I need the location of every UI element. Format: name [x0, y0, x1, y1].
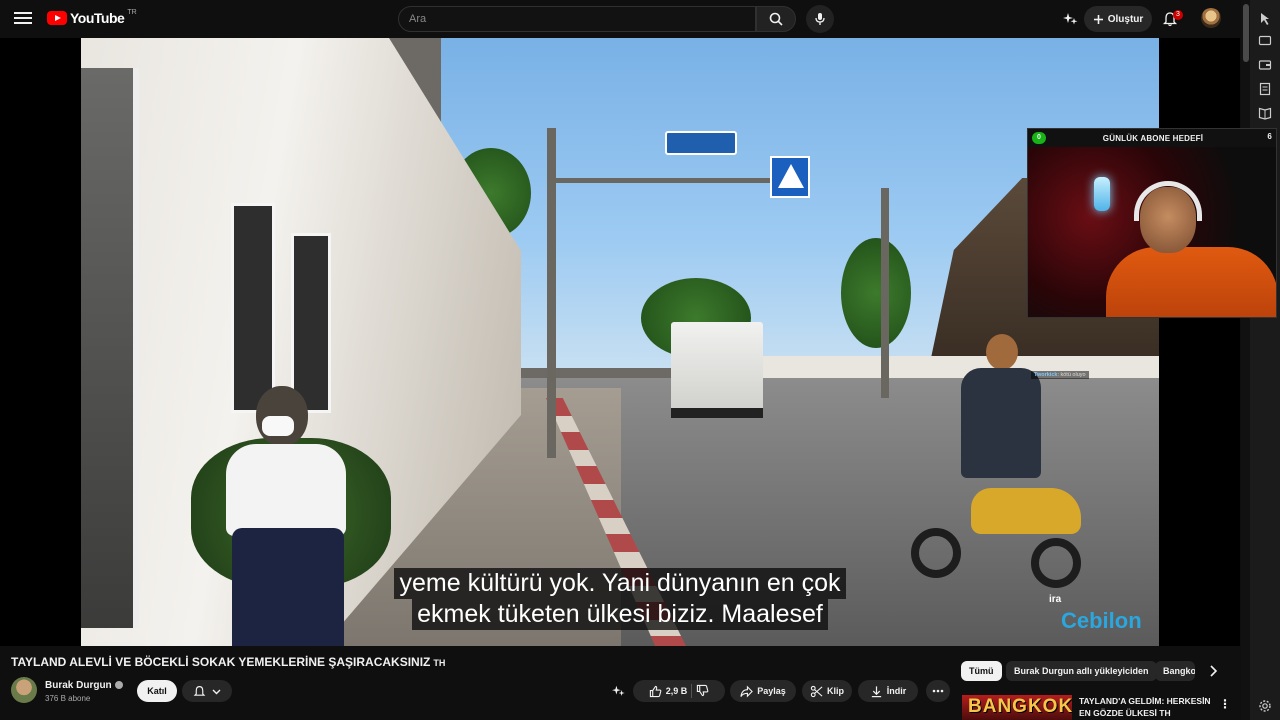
scene-window [291, 233, 331, 413]
logo-text: YouTube [70, 10, 125, 26]
share-button[interactable]: Paylaş [730, 680, 796, 702]
stream-overlay: 0 GÜNLÜK ABONE HEDEFİ 6 [1027, 128, 1277, 318]
side-rail [1250, 0, 1280, 720]
download-button[interactable]: İndir [858, 680, 918, 702]
sponsor-text: Cebilon [1061, 608, 1142, 633]
notification-badge: 3 [1173, 10, 1183, 20]
create-button[interactable]: Oluştur [1084, 6, 1152, 32]
more-actions-button[interactable] [926, 680, 950, 702]
download-icon [871, 685, 881, 697]
sponsor-watermark: ira Cebilon [1049, 594, 1142, 634]
chat-text: : kötü oluyo [1057, 372, 1086, 378]
bell-icon [193, 685, 206, 696]
dislike-icon [697, 684, 709, 696]
caption-line-1: yeme kültürü yok. Yani dünyanın en çok [394, 568, 846, 599]
chip-bangkok[interactable]: Bangko [1155, 661, 1195, 681]
channel-name: Burak Durgun [45, 680, 112, 691]
scene-rider-head [986, 334, 1018, 370]
chevron-down-icon [212, 689, 221, 694]
video-title: TAYLAND ALEVLİ VE BÖCEKLİ SOKAK YEMEKLER… [11, 655, 445, 669]
scene-pole [547, 128, 556, 458]
account-avatar[interactable] [1201, 8, 1221, 28]
top-bar: YouTube TR Oluştur 3 [0, 0, 1240, 38]
recommendation-title-line-2: EN GÖZDE ÜLKESİ TH [1079, 708, 1171, 718]
search-icon [769, 12, 783, 26]
create-label: Oluştur [1107, 13, 1144, 25]
menu-icon[interactable] [14, 9, 34, 29]
streamer [1106, 181, 1276, 317]
video-title-text: TAYLAND ALEVLİ VE BÖCEKLİ SOKAK YEMEKLER… [11, 655, 431, 669]
scene-window [231, 203, 275, 413]
subscriber-count: 376 B abone [45, 694, 91, 703]
like-count: 2,9 B [665, 686, 688, 696]
chevron-right-icon[interactable] [1206, 664, 1220, 678]
recommendation-thumbnail[interactable]: BANGKOK [962, 695, 1072, 720]
youtube-logo[interactable]: YouTube TR [47, 8, 137, 26]
chip-all[interactable]: Tümü [961, 661, 1002, 681]
join-button[interactable]: Katıl [137, 680, 177, 702]
chat-user: Tworkick [1034, 372, 1058, 378]
like-button[interactable]: 2,9 B [649, 685, 688, 698]
scene-street-sign [665, 131, 737, 155]
recommendation-title[interactable]: TAYLAND'A GELDİM: HERKESİN EN GÖZDE ÜLKE… [1079, 695, 1219, 719]
caption-line-2: ekmek tüketen ülkesi biziz. Maalesef [412, 599, 828, 630]
pointer-icon[interactable] [1258, 12, 1272, 26]
scene-pole [881, 188, 889, 398]
scissors-icon [810, 685, 823, 697]
webcam-feed [1028, 147, 1276, 317]
chat-notification: Tworkick: kötü oluyo [1031, 371, 1089, 379]
scene-rider [961, 368, 1041, 478]
like-dislike-group: 2,9 B [633, 680, 725, 702]
wallet-icon[interactable] [1258, 58, 1272, 72]
search-button[interactable] [756, 6, 796, 32]
scrollbar-thumb[interactable] [1243, 4, 1249, 62]
youtube-play-icon [47, 11, 67, 25]
goal-target: 6 [1267, 132, 1272, 141]
page-scrollbar[interactable] [1241, 0, 1250, 720]
scene-tree [841, 238, 911, 348]
scene-crossing-sign [770, 156, 810, 198]
channel-avatar[interactable] [11, 677, 37, 703]
more-icon [932, 689, 944, 693]
cast-icon[interactable] [1258, 34, 1272, 48]
stars-icon[interactable] [608, 680, 630, 702]
download-label: İndir [886, 686, 907, 696]
scene-pole-arm [556, 178, 776, 183]
thumbnail-text: BANGKOK [968, 696, 1072, 717]
subscribed-button[interactable] [182, 680, 232, 702]
verified-icon [114, 681, 123, 689]
goal-current: 0 [1032, 132, 1046, 144]
logo-country: TR [127, 8, 137, 16]
like-icon [649, 685, 662, 697]
recommendation-more-icon[interactable]: ⋮ [1219, 697, 1231, 711]
share-icon [740, 685, 754, 697]
voice-search-button[interactable] [806, 5, 834, 33]
channel-name-link[interactable]: Burak Durgun [45, 680, 123, 691]
subscriber-goal-bar: 0 GÜNLÜK ABONE HEDEFİ 6 [1028, 129, 1276, 147]
scene-truck [671, 322, 763, 418]
book-icon[interactable] [1258, 106, 1272, 120]
clip-button[interactable]: Klip [802, 680, 852, 702]
search-input[interactable] [409, 13, 755, 25]
captions: yeme kültürü yok. Yani dünyanın en çok e… [81, 568, 1159, 630]
clip-label: Klip [827, 686, 844, 696]
search-box [398, 6, 756, 32]
video-title-suffix: TH [433, 658, 446, 668]
dislike-button[interactable] [696, 684, 709, 699]
plus-icon [1093, 14, 1103, 24]
chip-from-uploader[interactable]: Burak Durgun adlı yükleyiciden [1006, 661, 1157, 681]
document-icon[interactable] [1258, 82, 1272, 96]
mic-icon [815, 13, 825, 25]
sponsor-small-text: ira [1049, 594, 1062, 605]
video-frame[interactable]: yeme kültürü yok. Yani dünyanın en çok e… [81, 38, 1159, 646]
goal-title: GÜNLÜK ABONE HEDEFİ [1102, 133, 1204, 143]
recommendation-title-line-1: TAYLAND'A GELDİM: HERKESİN [1079, 696, 1211, 706]
settings-icon[interactable] [1258, 699, 1272, 713]
share-label: Paylaş [757, 686, 786, 696]
scene-building-door [81, 68, 139, 628]
like-divider [691, 684, 693, 698]
stars-icon[interactable] [1061, 9, 1081, 29]
